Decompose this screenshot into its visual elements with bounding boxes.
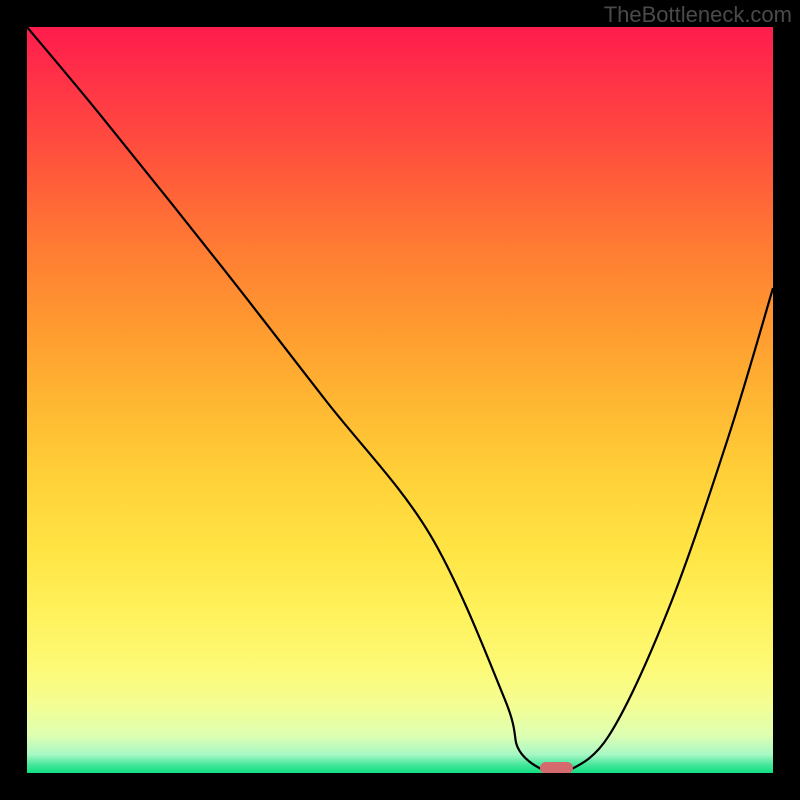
watermark-text: TheBottleneck.com: [604, 2, 792, 28]
plot-area: [27, 27, 773, 773]
curve-path: [27, 27, 773, 773]
optimal-range-marker: [540, 762, 574, 773]
bottleneck-curve: [27, 27, 773, 773]
